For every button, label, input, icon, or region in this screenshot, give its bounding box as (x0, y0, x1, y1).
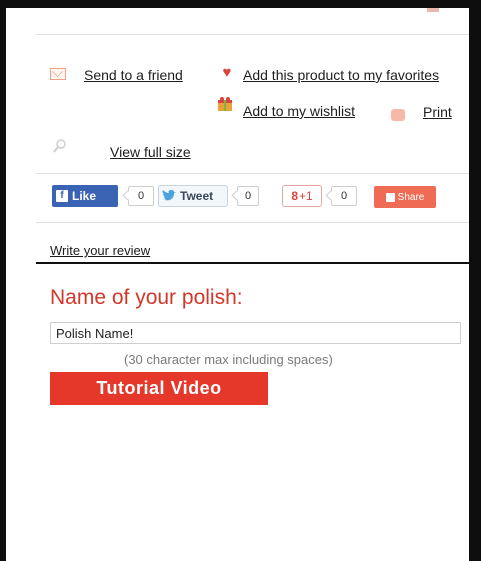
magnifier-icon (53, 139, 67, 153)
gplus-label: +1 (299, 189, 313, 203)
window-frame-right (469, 0, 481, 561)
google-plus-icon: 8 (291, 189, 298, 203)
mail-icon (50, 68, 66, 80)
divider-social-top (36, 173, 469, 174)
like-label: Like (72, 189, 97, 203)
divider-top (36, 34, 469, 35)
add-to-favorites-link[interactable]: Add this product to my favorites (243, 67, 439, 83)
facebook-like-button[interactable]: f Like (52, 185, 118, 207)
send-to-friend-link[interactable]: Send to a friend (84, 67, 183, 83)
top-edge-accent (427, 8, 439, 12)
like-count: 0 (128, 186, 154, 206)
tweet-button[interactable]: Tweet (158, 185, 228, 207)
tutorial-video-button[interactable]: Tutorial Video (50, 372, 268, 405)
gplus-count: 0 (331, 186, 357, 206)
add-to-wishlist-link[interactable]: Add to my wishlist (243, 103, 355, 119)
facebook-icon: f (56, 190, 68, 202)
polish-name-input[interactable] (50, 322, 461, 344)
share-icon (385, 192, 395, 202)
heart-icon: ♥ (222, 64, 232, 81)
tweet-count: 0 (237, 186, 259, 206)
twitter-bird-icon (162, 190, 177, 202)
window-frame-top (0, 0, 481, 8)
divider-review (36, 262, 469, 264)
character-limit-hint: (30 character max including spaces) (124, 352, 333, 367)
write-review-link[interactable]: Write your review (50, 243, 150, 258)
print-link[interactable]: Print (423, 104, 452, 120)
polish-name-heading: Name of your polish: (50, 286, 243, 309)
window-frame-left (0, 0, 6, 561)
view-full-size-link[interactable]: View full size (110, 144, 191, 160)
print-icon (391, 109, 405, 121)
gift-icon (217, 96, 233, 112)
tweet-label: Tweet (180, 189, 214, 203)
share-button[interactable]: Share (374, 186, 436, 208)
share-label: Share (397, 191, 425, 203)
divider-social-bottom (36, 222, 469, 223)
google-plus-button[interactable]: 8 +1 (282, 185, 322, 207)
